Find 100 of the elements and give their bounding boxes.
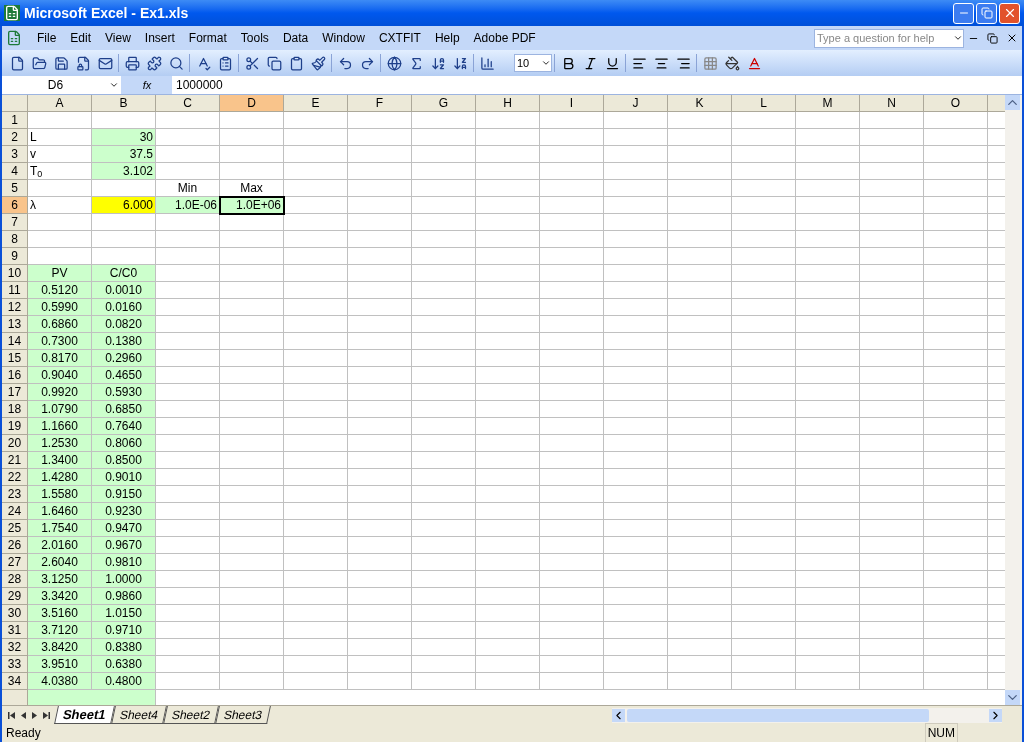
- row-header[interactable]: 27: [2, 554, 28, 571]
- table-cell[interactable]: 0.6850: [92, 401, 156, 418]
- table-cell[interactable]: 0.7300: [28, 333, 92, 350]
- table-cell[interactable]: 0.9920: [28, 384, 92, 401]
- table-cell[interactable]: L: [28, 129, 92, 146]
- function-label[interactable]: fx: [122, 76, 172, 94]
- table-cell[interactable]: 0.0010: [92, 282, 156, 299]
- vertical-scrollbar[interactable]: [1005, 95, 1022, 705]
- table-cell[interactable]: 3.8420: [28, 639, 92, 656]
- table-cell[interactable]: 0.7640: [92, 418, 156, 435]
- row-header[interactable]: 19: [2, 418, 28, 435]
- table-cell[interactable]: 1.2530: [28, 435, 92, 452]
- row-header[interactable]: 13: [2, 316, 28, 333]
- menu-item[interactable]: Tools: [233, 29, 276, 47]
- table-cell[interactable]: C/C0: [92, 265, 156, 282]
- table-cell[interactable]: 1.0E-06: [156, 197, 220, 214]
- formula-field[interactable]: 1000000: [172, 76, 1022, 94]
- menu-item[interactable]: Window: [315, 29, 372, 47]
- table-cell[interactable]: 0.1380: [92, 333, 156, 350]
- first-sheet-icon[interactable]: [8, 711, 15, 719]
- table-cell[interactable]: 0.0820: [92, 316, 156, 333]
- menu-item[interactable]: Data: [275, 29, 316, 47]
- table-cell[interactable]: 0.9230: [92, 503, 156, 520]
- row-header[interactable]: 26: [2, 537, 28, 554]
- row-header[interactable]: 12: [2, 299, 28, 316]
- dropdown-caret-icon[interactable]: [541, 58, 551, 68]
- table-cell[interactable]: 2.6040: [28, 554, 92, 571]
- column-header[interactable]: I: [540, 95, 604, 112]
- last-sheet-icon[interactable]: [43, 711, 50, 719]
- table-cell[interactable]: 1.1660: [28, 418, 92, 435]
- column-header[interactable]: K: [668, 95, 732, 112]
- table-cell[interactable]: 3.1250: [28, 571, 92, 588]
- table-cell[interactable]: 37.5: [92, 146, 156, 163]
- column-header[interactable]: O: [924, 95, 988, 112]
- table-cell[interactable]: 3.102: [92, 163, 156, 180]
- column-header[interactable]: H: [476, 95, 540, 112]
- table-cell[interactable]: 0.9150: [92, 486, 156, 503]
- table-cell[interactable]: 3.9510: [28, 656, 92, 673]
- row-header[interactable]: 6: [2, 197, 28, 214]
- row-header[interactable]: 10: [2, 265, 28, 282]
- help-search-field[interactable]: Type a question for help: [814, 28, 964, 48]
- table-cell[interactable]: 1.0150: [92, 605, 156, 622]
- menu-item[interactable]: Insert: [137, 29, 182, 47]
- column-header[interactable]: F: [348, 95, 412, 112]
- table-cell[interactable]: 0.4650: [92, 367, 156, 384]
- table-cell[interactable]: 1.3400: [28, 452, 92, 469]
- font-size-field[interactable]: 10: [514, 54, 552, 72]
- menu-item[interactable]: Edit: [63, 29, 99, 47]
- table-cell[interactable]: 0.4800: [92, 673, 156, 690]
- row-header[interactable]: 5: [2, 180, 28, 197]
- table-cell[interactable]: 0.8170: [28, 350, 92, 367]
- table-cell[interactable]: 3.5160: [28, 605, 92, 622]
- menu-item[interactable]: CXTFIT: [371, 29, 428, 47]
- table-cell[interactable]: PV: [28, 265, 92, 282]
- table-cell[interactable]: 0.9670: [92, 537, 156, 554]
- table-cell[interactable]: 0.5930: [92, 384, 156, 401]
- row-header[interactable]: 20: [2, 435, 28, 452]
- table-cell[interactable]: 30: [92, 129, 156, 146]
- row-header[interactable]: 32: [2, 639, 28, 656]
- row-header[interactable]: 31: [2, 622, 28, 639]
- column-header[interactable]: D: [220, 95, 284, 112]
- table-cell[interactable]: 0.2960: [92, 350, 156, 367]
- row-header[interactable]: [2, 690, 28, 705]
- table-cell[interactable]: 6.000: [92, 197, 156, 214]
- table-cell[interactable]: 0.9860: [92, 588, 156, 605]
- minimize-button[interactable]: [953, 2, 974, 24]
- row-header[interactable]: 29: [2, 588, 28, 605]
- table-cell[interactable]: 0.9470: [92, 520, 156, 537]
- row-header[interactable]: 21: [2, 452, 28, 469]
- table-cell[interactable]: 1.4280: [28, 469, 92, 486]
- table-cell[interactable]: 0.9710: [92, 622, 156, 639]
- row-header[interactable]: 11: [2, 282, 28, 299]
- row-header[interactable]: 16: [2, 367, 28, 384]
- row-header[interactable]: 2: [2, 129, 28, 146]
- column-header[interactable]: C: [156, 95, 220, 112]
- row-header[interactable]: 33: [2, 656, 28, 673]
- table-cell[interactable]: 1.6460: [28, 503, 92, 520]
- select-all-corner[interactable]: [2, 95, 28, 112]
- table-cell[interactable]: 0.8060: [92, 435, 156, 452]
- column-header[interactable]: N: [860, 95, 924, 112]
- row-header[interactable]: 4: [2, 163, 28, 180]
- table-cell[interactable]: 0.8380: [92, 639, 156, 656]
- scroll-down-icon[interactable]: [1005, 690, 1020, 705]
- workbook-icon[interactable]: [6, 30, 22, 46]
- column-header[interactable]: B: [92, 95, 156, 112]
- table-cell[interactable]: 0.0160: [92, 299, 156, 316]
- table-cell[interactable]: 1.5580: [28, 486, 92, 503]
- row-header[interactable]: 34: [2, 673, 28, 690]
- table-cell[interactable]: 0.8500: [92, 452, 156, 469]
- scroll-thumb[interactable]: [627, 708, 929, 722]
- row-header[interactable]: 17: [2, 384, 28, 401]
- table-cell[interactable]: 1.0E+06: [220, 197, 284, 214]
- row-header[interactable]: 25: [2, 520, 28, 537]
- table-cell[interactable]: 0.9810: [92, 554, 156, 571]
- table-cell[interactable]: Min: [156, 180, 220, 197]
- row-header[interactable]: 9: [2, 248, 28, 265]
- table-cell[interactable]: 3.7120: [28, 622, 92, 639]
- table-cell[interactable]: 2.0160: [28, 537, 92, 554]
- row-header[interactable]: 23: [2, 486, 28, 503]
- table-cell[interactable]: 1.0000: [92, 571, 156, 588]
